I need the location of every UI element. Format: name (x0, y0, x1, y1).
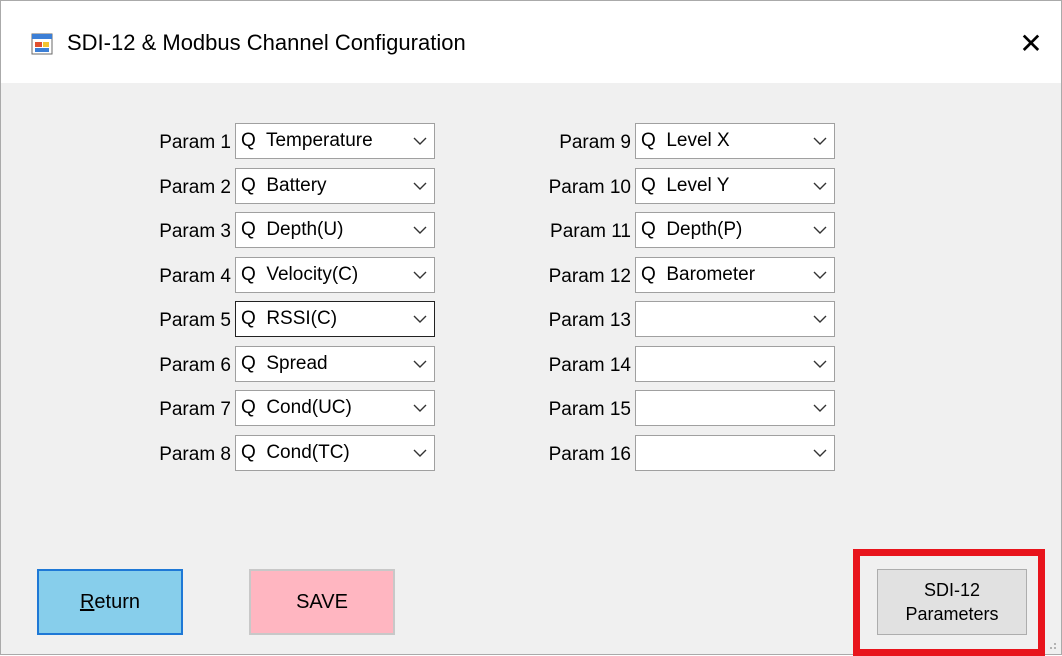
chevron-down-icon[interactable] (812, 135, 828, 147)
param-dropdown[interactable]: Q Barometer (635, 257, 835, 293)
param-label: Param 13 (548, 310, 631, 331)
window-title: SDI-12 & Modbus Channel Configuration (67, 30, 466, 55)
param-label: Param 15 (548, 399, 631, 420)
config-window: SDI-12 & Modbus Channel Configuration ✕ … (0, 0, 1062, 656)
param-label: Param 14 (548, 355, 631, 376)
resize-grip-icon[interactable] (1045, 638, 1057, 650)
param-dropdown[interactable] (635, 346, 835, 382)
param-dropdown-value: Q Level X (641, 130, 730, 151)
param-dropdown[interactable] (635, 390, 835, 426)
return-button-label: eturn (94, 590, 141, 613)
chevron-down-icon[interactable] (812, 180, 828, 192)
close-button[interactable]: ✕ (1001, 15, 1061, 71)
chevron-down-icon[interactable] (812, 402, 828, 414)
highlight-box (853, 549, 1045, 656)
return-button-mnemonic: R (79, 590, 95, 613)
param-dropdown-value: Q Level Y (641, 175, 730, 196)
param-dropdown[interactable] (635, 435, 835, 471)
save-button-label: SAVE (296, 590, 348, 613)
param-dropdown[interactable]: Q Level X (635, 123, 835, 159)
chevron-down-icon[interactable] (812, 313, 828, 325)
return-button[interactable]: Return (37, 569, 183, 635)
param-dropdown[interactable] (635, 301, 835, 337)
close-icon: ✕ (1019, 27, 1043, 59)
param-label: Param 12 (548, 266, 631, 287)
chevron-down-icon[interactable] (812, 447, 828, 459)
param-label: Param 16 (548, 444, 631, 465)
param-label: Param 9 (559, 132, 631, 153)
param-label: Param 10 (548, 177, 631, 198)
param-dropdown[interactable]: Q Depth(P) (635, 212, 835, 248)
param-dropdown-value: Q Depth(P) (641, 219, 743, 240)
title-bar[interactable]: SDI-12 & Modbus Channel Configuration ✕ (1, 1, 1061, 83)
param-dropdown[interactable]: Q Level Y (635, 168, 835, 204)
chevron-down-icon[interactable] (812, 269, 828, 281)
app-form-icon (31, 33, 53, 55)
param-dropdown-value: Q Barometer (641, 264, 756, 285)
chevron-down-icon[interactable] (812, 224, 828, 236)
chevron-down-icon[interactable] (812, 358, 828, 370)
save-button[interactable]: SAVE (249, 569, 395, 635)
param-label: Param 11 (550, 221, 631, 242)
